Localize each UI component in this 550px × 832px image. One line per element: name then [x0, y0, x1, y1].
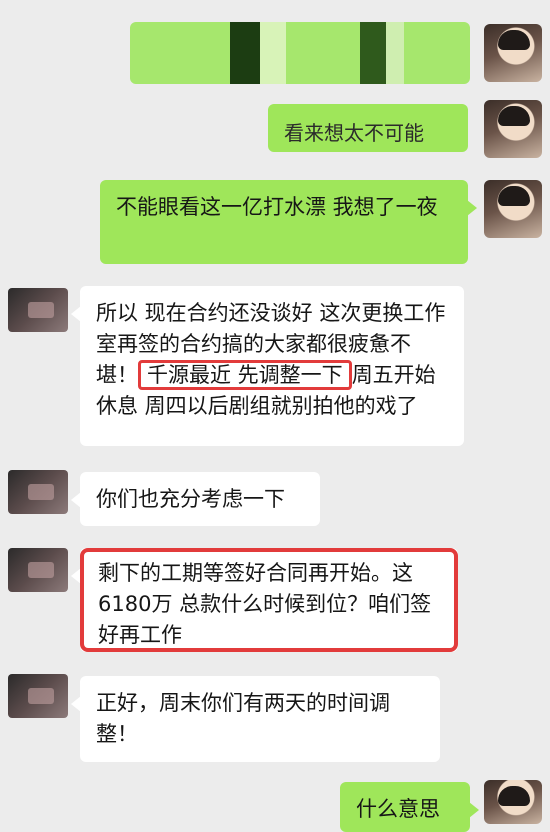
censored-message-bubble[interactable] [130, 22, 470, 84]
message-text: 剩下的工期等签好合同再开始。这6180万 总款什么时候到位？咱们签好再工作 [98, 561, 432, 647]
message-bubble-sent[interactable]: 看来想太不可能 [268, 104, 468, 152]
message-text: 正好，周末你们有两天的时间调整！ [96, 691, 390, 746]
message-text: 不能眼看这一亿打水漂 我想了一夜 [116, 195, 438, 219]
contact-avatar[interactable] [8, 470, 68, 514]
message-bubble-sent[interactable]: 什么意思 [340, 782, 479, 832]
message-bubble-received[interactable]: 剩下的工期等签好合同再开始。这6180万 总款什么时候到位？咱们签好再工作 [71, 548, 458, 652]
message-bubble-received[interactable]: 正好，周末你们有两天的时间调整！ [71, 676, 440, 762]
my-avatar[interactable] [484, 100, 542, 158]
highlighted-text: 千源最近 先调整一下 [138, 360, 352, 390]
contact-avatar[interactable] [8, 288, 68, 332]
my-avatar[interactable] [484, 780, 542, 824]
message-text: 什么意思 [356, 797, 440, 821]
message-text: 你们也充分考虑一下 [96, 487, 285, 511]
message-bubble-received[interactable]: 所以 现在合约还没谈好 这次更换工作室再签的合约搞的大家都很疲惫不堪！ 千源最近 … [71, 286, 464, 446]
message-text: 看来想太不可能 [284, 121, 424, 145]
message-bubble-sent[interactable]: 不能眼看这一亿打水漂 我想了一夜 [100, 180, 477, 264]
my-avatar[interactable] [484, 180, 542, 238]
contact-avatar[interactable] [8, 548, 68, 592]
mosaic-block [230, 22, 260, 84]
mosaic-block [360, 22, 386, 84]
message-bubble-received[interactable]: 你们也充分考虑一下 [71, 472, 320, 526]
contact-avatar[interactable] [8, 674, 68, 718]
my-avatar[interactable] [484, 24, 542, 82]
mosaic-block [260, 22, 286, 84]
mosaic-block [386, 22, 404, 84]
